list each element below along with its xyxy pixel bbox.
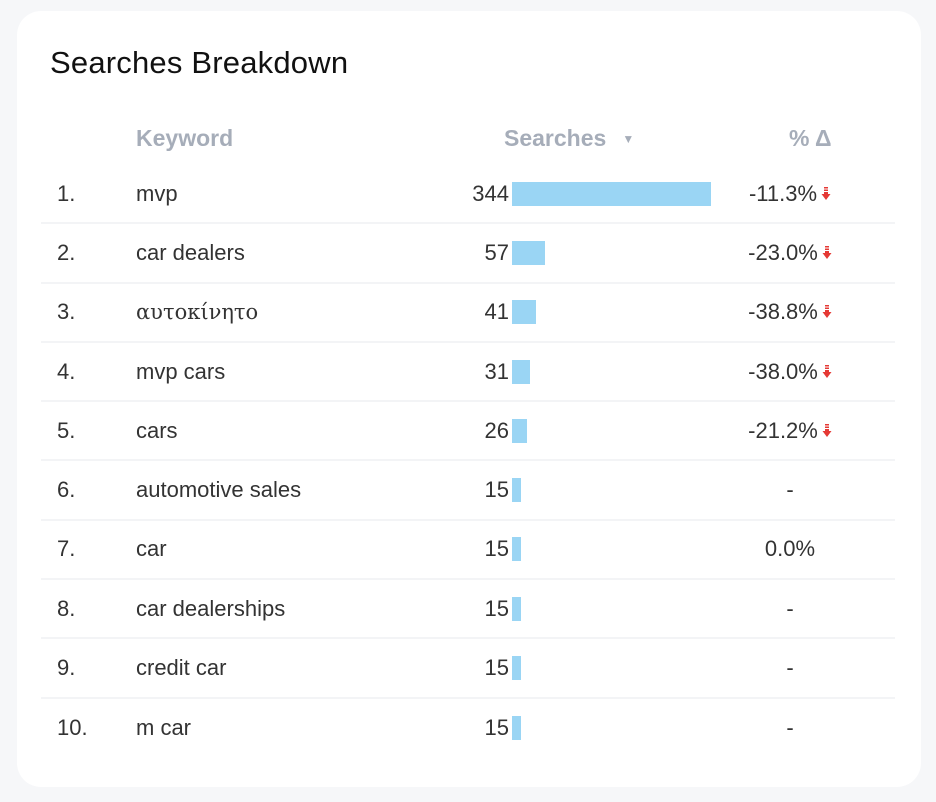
row-searches-bar xyxy=(512,300,536,325)
row-keyword: car dealers xyxy=(136,239,245,265)
row-searches-bar xyxy=(512,478,521,503)
row-keyword: credit car xyxy=(136,655,227,681)
table-row: 8. car dealerships 15 - xyxy=(41,580,895,640)
trend-down-icon xyxy=(822,364,832,378)
row-percent-change-value: - xyxy=(786,477,794,503)
trend-down-icon xyxy=(822,245,832,259)
row-searches-value: 15 xyxy=(484,477,509,503)
row-searches-bar xyxy=(512,240,545,265)
row-percent-change-value: -38.0% xyxy=(748,358,818,384)
row-keyword: automotive sales xyxy=(136,477,302,503)
searches-breakdown-card: Searches Breakdown Keyword Searches ▼ % … xyxy=(17,11,921,787)
row-searches-bar xyxy=(512,537,521,562)
row-searches-bar xyxy=(512,716,521,741)
row-searches-value: 15 xyxy=(484,595,509,621)
table-row: 2. car dealers 57 -23.0% xyxy=(41,224,895,284)
table-row: 9. credit car 15 - xyxy=(41,639,895,699)
row-searches-value: 26 xyxy=(484,417,509,443)
row-percent-change: -23.0% xyxy=(725,240,855,266)
table-row: 3. αυτοκίνητο 41 -38.8% xyxy=(41,284,895,343)
row-percent-change: 0.0% xyxy=(725,536,855,562)
row-rank: 10. xyxy=(57,715,88,741)
row-percent-change-value: 0.0% xyxy=(764,536,816,562)
column-header-keyword[interactable]: Keyword xyxy=(136,125,233,152)
table-row: 10. m car 15 - xyxy=(41,699,895,758)
row-percent-change: - xyxy=(725,596,855,622)
row-percent-change: -21.2% xyxy=(725,418,855,444)
row-percent-change-value: -38.8% xyxy=(748,299,818,325)
row-rank: 8. xyxy=(57,595,76,621)
trend-down-icon xyxy=(822,423,832,437)
row-searches-value: 344 xyxy=(472,180,509,206)
column-header-searches-label: Searches xyxy=(504,125,607,151)
row-percent-change-value: -23.0% xyxy=(748,239,818,265)
row-searches-value: 41 xyxy=(484,299,509,325)
column-header-percent-change[interactable]: % Δ xyxy=(789,125,832,152)
row-rank: 9. xyxy=(57,655,76,681)
trend-down-icon xyxy=(822,305,832,319)
row-rank: 5. xyxy=(57,417,76,443)
row-percent-change: - xyxy=(725,477,855,503)
row-searches-bar xyxy=(512,418,527,443)
row-percent-change-value: - xyxy=(786,595,794,621)
row-searches-bar xyxy=(512,359,530,384)
table-row: 5. cars 26 -21.2% xyxy=(41,402,895,462)
row-keyword: m car xyxy=(136,715,191,741)
table-row: 7. car 15 0.0% xyxy=(41,521,895,581)
row-keyword: mvp xyxy=(136,180,178,206)
card-title: Searches Breakdown xyxy=(50,45,349,80)
table-body: 1. mvp 344 -11.3% 2. car dealers 57 -23.… xyxy=(41,165,895,758)
row-searches-value: 15 xyxy=(484,715,509,741)
row-searches-bar xyxy=(512,656,521,681)
row-percent-change: -38.0% xyxy=(725,359,855,385)
searches-table: Keyword Searches ▼ % Δ 1. mvp 344 -11.3%… xyxy=(41,115,895,758)
row-keyword: cars xyxy=(136,417,178,443)
row-rank: 4. xyxy=(57,358,76,384)
row-rank: 1. xyxy=(57,180,76,206)
sort-down-icon[interactable]: ▼ xyxy=(622,132,634,146)
row-rank: 2. xyxy=(57,239,76,265)
row-searches-value: 15 xyxy=(484,536,509,562)
table-header: Keyword Searches ▼ % Δ xyxy=(41,115,895,165)
row-keyword: car xyxy=(136,536,167,562)
row-searches-bar xyxy=(512,596,521,621)
row-percent-change: -38.8% xyxy=(725,299,855,325)
row-percent-change: -11.3% xyxy=(725,181,855,207)
row-rank: 7. xyxy=(57,536,76,562)
row-rank: 6. xyxy=(57,477,76,503)
table-row: 4. mvp cars 31 -38.0% xyxy=(41,343,895,403)
row-searches-value: 15 xyxy=(484,655,509,681)
row-rank: 3. xyxy=(57,299,76,325)
row-keyword: αυτοκίνητο xyxy=(136,300,259,325)
row-searches-bar xyxy=(512,181,711,206)
row-percent-change-value: - xyxy=(786,715,794,741)
row-keyword: mvp cars xyxy=(136,358,226,384)
row-searches-value: 57 xyxy=(484,239,509,265)
row-percent-change: - xyxy=(725,655,855,681)
table-row: 1. mvp 344 -11.3% xyxy=(41,165,895,225)
row-percent-change-value: -21.2% xyxy=(748,417,818,443)
row-keyword: car dealerships xyxy=(136,595,286,621)
row-percent-change: - xyxy=(725,715,855,741)
table-row: 6. automotive sales 15 - xyxy=(41,461,895,521)
row-percent-change-value: -11.3% xyxy=(748,180,818,206)
column-header-searches[interactable]: Searches ▼ xyxy=(504,125,634,152)
trend-down-icon xyxy=(821,186,831,200)
row-percent-change-value: - xyxy=(786,655,794,681)
row-searches-value: 31 xyxy=(484,358,509,384)
